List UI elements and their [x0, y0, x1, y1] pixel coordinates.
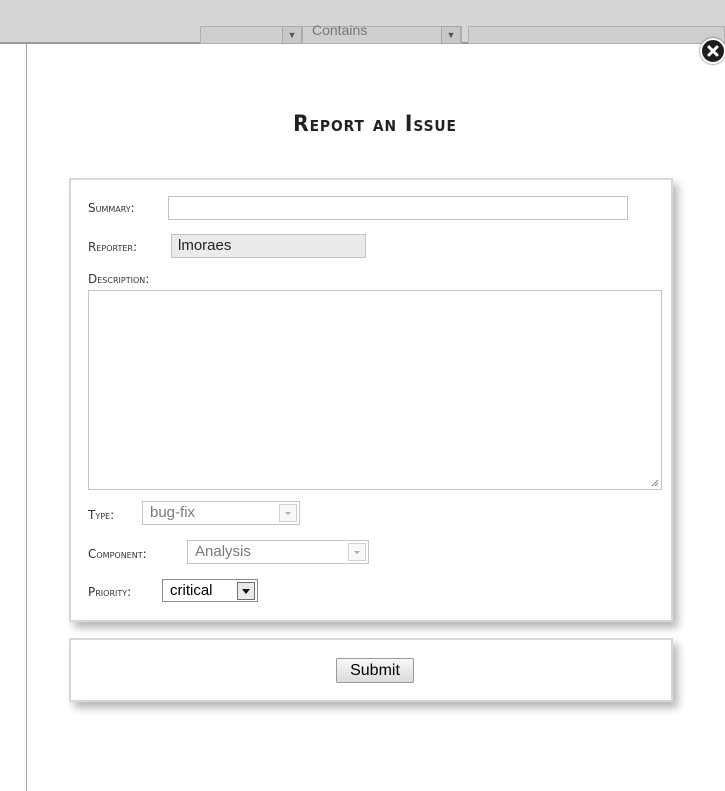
type-select[interactable]: bug-fix: [142, 501, 300, 525]
chevron-down-icon: [237, 582, 255, 600]
modal-title: Report an Issue: [293, 112, 457, 137]
priority-select[interactable]: critical: [162, 579, 258, 602]
type-label: Type:: [88, 508, 115, 522]
close-button[interactable]: [700, 38, 725, 64]
resize-grip-icon[interactable]: [651, 479, 659, 487]
submit-button[interactable]: Submit: [336, 658, 414, 683]
background-filter-operator-label: Contains: [312, 22, 368, 38]
description-label: Description:: [88, 272, 150, 286]
priority-label: Priority:: [88, 585, 132, 599]
summary-label: Summary:: [88, 201, 135, 215]
close-icon: [707, 45, 719, 57]
component-select[interactable]: Analysis: [187, 540, 369, 564]
chevron-down-icon: ▼: [282, 26, 302, 44]
component-label: Component:: [88, 547, 147, 561]
type-select-value: bug-fix: [150, 504, 196, 521]
chevron-down-icon: [279, 504, 297, 522]
priority-select-value: critical: [170, 582, 213, 599]
component-select-value: Analysis: [195, 543, 251, 560]
chevron-down-icon: [348, 543, 366, 561]
reporter-field: lmoraes: [171, 234, 366, 258]
chevron-down-icon: ▼: [441, 26, 461, 44]
reporter-label: Reporter:: [88, 240, 138, 254]
background-filter-value: [468, 26, 725, 44]
description-textarea[interactable]: [88, 290, 662, 490]
summary-input[interactable]: [168, 196, 628, 220]
